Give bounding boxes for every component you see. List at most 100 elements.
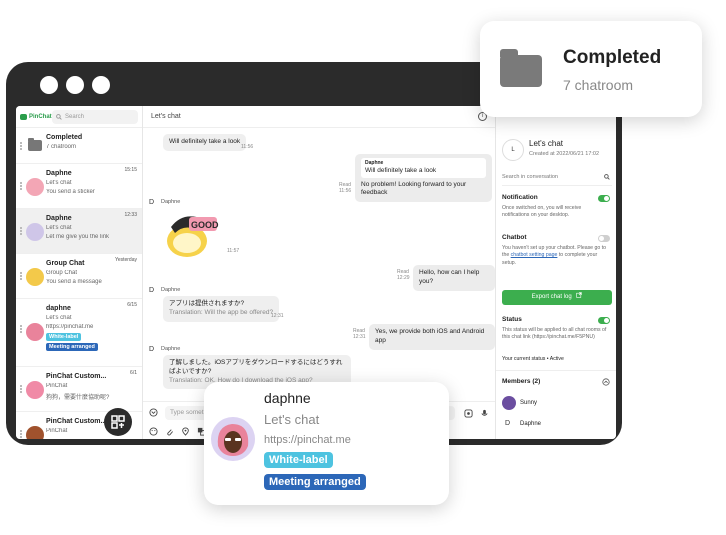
room-time: 6/1 — [130, 370, 137, 376]
room-name: Completed — [46, 134, 83, 141]
attachment-icon[interactable] — [165, 427, 174, 436]
window-dot-3 — [92, 76, 110, 94]
members-heading: Members (2) — [502, 378, 541, 385]
message-time: 11:56 — [241, 144, 254, 150]
avatar — [26, 178, 44, 196]
room-sub: Let's chat — [46, 180, 72, 186]
tag-meeting-arranged[interactable]: Meeting arranged — [46, 343, 98, 351]
avatar — [211, 417, 255, 461]
room-sub: Group Chat — [46, 270, 78, 276]
folder-icon — [500, 49, 542, 87]
export-chat-log-button[interactable]: Export chat log — [502, 290, 612, 305]
chatbot-heading: Chatbot — [502, 234, 527, 241]
avatar: D — [149, 346, 155, 353]
drag-handle-icon[interactable] — [20, 325, 22, 333]
message-time: 12:31 — [271, 313, 284, 319]
sticker-image[interactable]: GOOD — [163, 209, 219, 259]
room-time: 12:33 — [124, 212, 137, 218]
room-name: PinChat Custom... — [46, 373, 107, 380]
read-receipt: Read 11:56 — [339, 182, 352, 194]
current-status: Your current status • Active — [502, 356, 564, 362]
stage: PinChat Search Completed 7 chatroom 15:1… — [0, 0, 726, 535]
completed-folder-card[interactable]: Completed 7 chatroom — [480, 21, 702, 117]
emoji-icon[interactable] — [149, 427, 158, 436]
room-time: 15:15 — [124, 167, 137, 173]
notification-toggle[interactable] — [598, 195, 610, 202]
drag-handle-icon[interactable] — [20, 142, 22, 150]
avatar: D — [149, 287, 155, 294]
room-last-message: https://pinchat.me — [46, 324, 94, 330]
room-daphne-3[interactable]: 6/15 daphne Let's chat https://pinchat.m… — [16, 299, 142, 367]
drag-handle-icon[interactable] — [20, 430, 22, 438]
room-name: daphne — [46, 305, 71, 312]
qr-code-button[interactable] — [104, 408, 132, 436]
drag-handle-icon[interactable] — [20, 227, 22, 235]
room-title: Let's chat — [529, 139, 563, 148]
room-last-message: 狗狗，需要什麼協助呢? — [46, 395, 110, 401]
room-last-message: You send a sticker — [46, 189, 95, 195]
room-daphne-2[interactable]: 12:33 Daphne Let's chat Let me give you … — [16, 209, 142, 254]
sidebar: PinChat Search Completed 7 chatroom 15:1… — [16, 106, 143, 439]
room-time: Yesterday — [114, 257, 137, 263]
chatroom-sub: Let's chat — [264, 412, 320, 427]
drag-handle-icon[interactable] — [20, 182, 22, 190]
search-input[interactable]: Search — [52, 109, 138, 124]
chatroom-name: daphne — [264, 390, 311, 406]
room-group-chat[interactable]: Yesterday Group Chat Group Chat You send… — [16, 254, 142, 299]
message-bubble: アプリは提供されますか? Translation: Will the app b… — [163, 296, 280, 322]
location-icon[interactable] — [181, 427, 190, 436]
notification-heading: Notification — [502, 194, 538, 201]
avatar — [26, 268, 44, 286]
chat-info-panel: L Let's chat Created at 2022/06/21 17:02… — [495, 106, 616, 439]
microphone-icon[interactable] — [480, 409, 489, 418]
drag-handle-icon[interactable] — [20, 272, 22, 280]
qr-code-icon — [111, 415, 125, 429]
message-time: 11:57 — [227, 248, 240, 254]
tag-white-label[interactable]: White-label — [264, 452, 333, 468]
message-bubble: Will definitely take a look — [163, 134, 247, 151]
avatar — [26, 381, 44, 399]
read-receipt: Read 12:31 — [353, 328, 366, 340]
sender-name: Daphne — [161, 287, 181, 293]
tag-meeting-arranged[interactable]: Meeting arranged — [264, 474, 366, 490]
window-dot-2 — [66, 76, 84, 94]
room-created-date: Created at 2022/06/21 17:02 — [529, 151, 600, 157]
avatar — [26, 426, 44, 439]
chat-title: Let's chat — [151, 113, 181, 120]
chatbot-description: You haven't set up your chatbot. Please … — [502, 245, 607, 266]
search-icon — [604, 174, 610, 180]
room-sub: Let's chat — [46, 225, 72, 231]
chatbot-toggle[interactable] — [598, 235, 610, 242]
room-time: 6/15 — [127, 302, 137, 308]
member-name[interactable]: Daphne — [520, 421, 541, 427]
chat-header: Let's chat i — [143, 106, 495, 128]
chatbot-setting-link[interactable]: chatbot setting page — [511, 252, 558, 258]
chevron-up-icon[interactable] — [602, 378, 610, 386]
window-dot-1 — [40, 76, 58, 94]
conversation-search[interactable]: Search in conversation — [502, 174, 612, 186]
message-bubble-reply: Daphne Will definitely take a look No pr… — [355, 154, 492, 203]
status-toggle[interactable] — [598, 317, 610, 324]
room-avatar: L — [502, 139, 524, 161]
drag-handle-icon[interactable] — [20, 385, 22, 393]
avatar — [502, 396, 516, 410]
chevron-down-icon[interactable] — [149, 408, 158, 417]
sender-name: Daphne — [161, 346, 181, 352]
room-sub: 7 chatroom — [46, 144, 77, 150]
folder-icon — [28, 138, 42, 151]
folder-title: Completed — [563, 47, 662, 68]
room-daphne-1[interactable]: 15:15 Daphne Let's chat You send a stick… — [16, 164, 142, 209]
room-pinchat-custom-1[interactable]: 6/1 PinChat Custom... PinChat 狗狗，需要什麼協助呢… — [16, 367, 142, 412]
sidebar-header: PinChat Search — [16, 106, 142, 128]
room-completed-folder[interactable]: Completed 7 chatroom — [16, 128, 142, 164]
tag-white-label[interactable]: White-label — [46, 333, 82, 341]
status-description: This status will be applied to all chat … — [502, 327, 607, 341]
sender-name: Daphne — [161, 199, 181, 205]
sticker-icon[interactable] — [464, 409, 473, 418]
read-receipt: Read 12:29 — [397, 269, 410, 281]
chatroom-link[interactable]: https://pinchat.me — [264, 434, 351, 446]
member-name[interactable]: Sunny — [520, 400, 537, 406]
room-last-message: Let me give you the link — [46, 234, 110, 240]
avatar — [26, 223, 44, 241]
chatroom-card[interactable]: daphne Let's chat https://pinchat.me Whi… — [204, 382, 449, 505]
